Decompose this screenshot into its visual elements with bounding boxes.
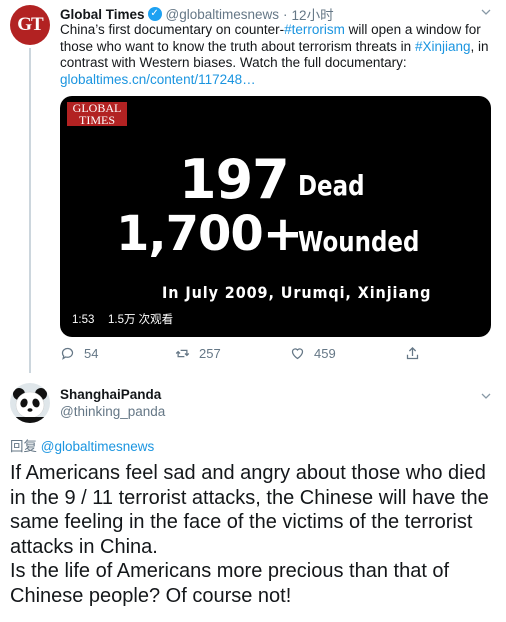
- tweet-text: China’s first documentary on counter-#te…: [60, 22, 490, 88]
- documentary-link[interactable]: globaltimes.cn/content/117248…: [60, 72, 256, 87]
- reply-author-display-name[interactable]: ShanghaiPanda: [60, 387, 161, 402]
- video-logo-line2: TIMES: [79, 113, 115, 127]
- reply-icon: [61, 347, 74, 360]
- like-count: 459: [314, 346, 336, 361]
- tweet-header: Global Times ✓ @globaltimesnews · 12小时: [60, 4, 334, 24]
- author-handle[interactable]: @globaltimesnews: [166, 7, 280, 22]
- avatar-logo-text: GT: [17, 14, 43, 35]
- share-icon: [406, 346, 419, 360]
- reply-author-handle[interactable]: @thinking_panda: [60, 404, 165, 419]
- video-duration-badge: 1:53: [67, 311, 100, 329]
- video-number-dead: 197: [179, 148, 290, 211]
- video-label-dead: Dead: [298, 169, 365, 202]
- video-views-badge: 1.5万 次观看: [103, 311, 179, 329]
- hashtag-terrorism[interactable]: #terrorism: [284, 22, 345, 37]
- author-display-name[interactable]: Global Times: [60, 7, 145, 22]
- hashtag-xinjiang[interactable]: #Xinjiang: [415, 39, 471, 54]
- video-subtitle: In July 2009, Urumqi, Xinjiang: [162, 283, 432, 302]
- like-button[interactable]: 459: [290, 346, 336, 361]
- replying-to-handle[interactable]: @globaltimesnews: [41, 439, 155, 454]
- tweet-time[interactable]: 12小时: [292, 4, 334, 24]
- tweet-text-part: China’s first documentary on counter-: [60, 22, 285, 37]
- retweet-button[interactable]: 257: [175, 346, 221, 361]
- video-logo: GLOBAL TIMES: [67, 102, 127, 126]
- thread-connector-line: [29, 48, 31, 373]
- replying-to-prefix: 回复: [10, 439, 41, 454]
- retweet-icon: [175, 349, 190, 358]
- reply-text-paragraph-1: If Americans feel sad and angry about th…: [10, 462, 489, 558]
- share-button[interactable]: [405, 346, 429, 361]
- chevron-down-icon[interactable]: [480, 6, 492, 18]
- global-times-avatar[interactable]: GT: [10, 5, 50, 45]
- video-number-wounded: 1,700+: [116, 206, 303, 262]
- replying-to: 回复 @globaltimesnews: [10, 435, 154, 455]
- tweet-actions: 54 257 459: [60, 346, 480, 368]
- retweet-count: 257: [199, 346, 221, 361]
- like-icon: [291, 348, 304, 360]
- reply-tweet-text: If Americans feel sad and angry about th…: [10, 461, 504, 608]
- reply-count: 54: [84, 346, 99, 361]
- video-label-wounded: Wounded: [298, 225, 420, 258]
- reply-text-paragraph-2: Is the life of Americans more precious t…: [10, 560, 450, 607]
- header-separator: ·: [283, 6, 288, 22]
- video-player[interactable]: GLOBAL TIMES 197 Dead 1,700+ Wounded In …: [60, 96, 491, 337]
- panda-avatar[interactable]: [10, 383, 50, 423]
- reply-button[interactable]: 54: [60, 346, 98, 361]
- chevron-down-icon[interactable]: [480, 390, 492, 402]
- verified-icon: ✓: [147, 7, 162, 21]
